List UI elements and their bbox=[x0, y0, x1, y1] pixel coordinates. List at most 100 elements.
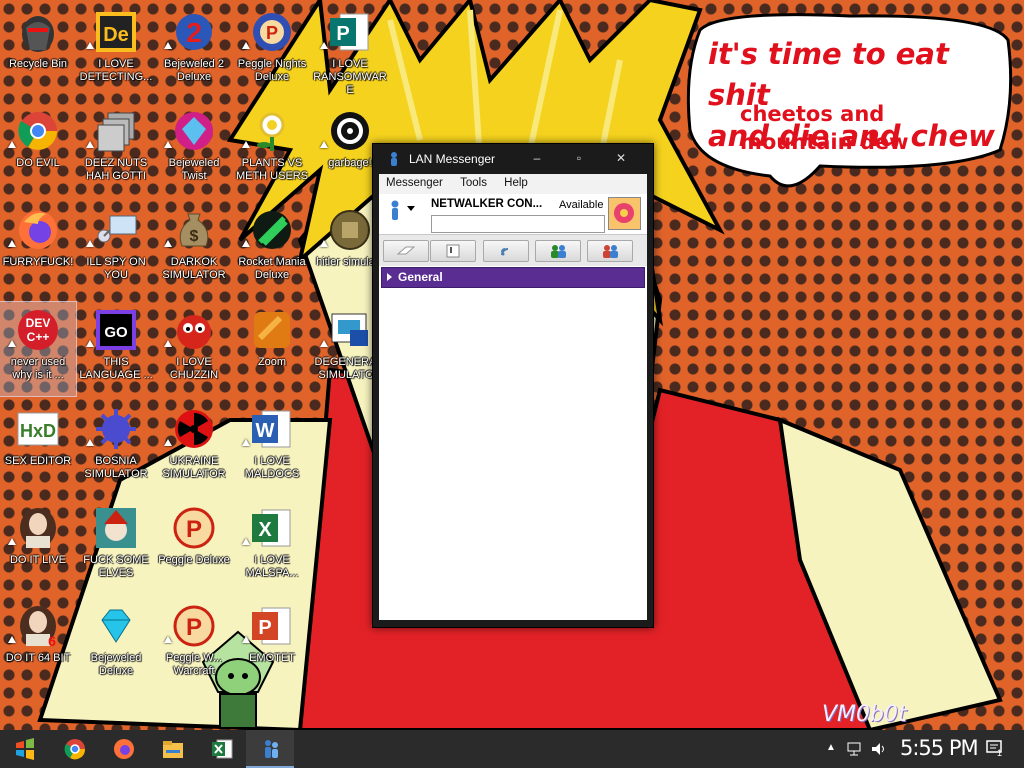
lan-messenger-icon bbox=[265, 740, 278, 758]
desktop-icon-i-love-malspam[interactable]: X I LOVE MALSPA... bbox=[234, 500, 310, 594]
desktop-icon-zoom[interactable]: Zoom bbox=[234, 302, 310, 396]
bejeweled2-glyph: 2 bbox=[186, 17, 202, 48]
icon-label: PLANTS VS METH USERS bbox=[235, 157, 309, 182]
status-dropdown-icon[interactable] bbox=[407, 206, 415, 212]
window-titlebar[interactable]: LAN Messenger – ▫ ✕ bbox=[373, 144, 653, 174]
volume-icon[interactable] bbox=[870, 741, 888, 779]
network-icon[interactable] bbox=[846, 741, 864, 779]
show-hidden-icons-button[interactable]: ▲ bbox=[826, 742, 836, 780]
desktop-icon-sex-editor[interactable]: HxD SEX EDITOR bbox=[0, 401, 76, 495]
icon-label: Rocket Mania Deluxe bbox=[238, 256, 306, 281]
money-bag-icon: $ bbox=[172, 208, 216, 252]
personal-note-input[interactable] bbox=[431, 215, 605, 233]
desktop-icon-plants-vs-meth-users[interactable]: PLANTS VS METH USERS bbox=[234, 103, 310, 197]
desktop-icon-i-love-ransomware[interactable]: P I LOVE RANSOMWARE bbox=[312, 4, 388, 98]
desktop-icon-do-it-64-bit[interactable]: 6 DO IT 64 BIT bbox=[0, 598, 76, 692]
icon-label: SEX EDITOR bbox=[4, 455, 72, 467]
taskbar-firefox[interactable] bbox=[99, 730, 147, 768]
chuzzle-icon bbox=[172, 308, 216, 352]
menu-help[interactable]: Help bbox=[497, 174, 535, 189]
desktop-icon-bejeweled-twist[interactable]: Bejeweled Twist bbox=[156, 103, 232, 197]
shortcut-arrow-icon bbox=[8, 141, 16, 148]
desktop-icon-dev-cpp[interactable]: DEV C++ never used why is it ... bbox=[0, 301, 77, 397]
close-button[interactable]: ✕ bbox=[605, 149, 637, 169]
money-bag-glyph: $ bbox=[190, 228, 199, 245]
lan-messenger-window[interactable]: LAN Messenger – ▫ ✕ Messenger Tools Help… bbox=[372, 143, 654, 628]
icon-label: Bejeweled Deluxe bbox=[90, 652, 142, 677]
desktop-icon-rocket-mania[interactable]: Rocket Mania Deluxe bbox=[234, 202, 310, 296]
rocket-icon bbox=[250, 208, 294, 252]
taskbar-file-explorer[interactable] bbox=[148, 730, 196, 768]
system-clock[interactable]: 5:55 PM bbox=[900, 736, 979, 760]
chrome-icon bbox=[16, 109, 60, 153]
shortcut-arrow-icon bbox=[86, 340, 94, 347]
goland-glyph: GO bbox=[104, 324, 128, 341]
add-contact-button[interactable] bbox=[535, 240, 581, 262]
status-person-icon[interactable] bbox=[389, 200, 401, 220]
icon-label: DEEZ NUTS HAH GOTTI bbox=[84, 157, 148, 182]
desktop-icon-recycle-bin[interactable]: Recycle Bin bbox=[0, 4, 76, 98]
hxd-icon: HxD bbox=[16, 407, 60, 451]
desktop-icon-peggle-nights[interactable]: P Peggle Nights Deluxe bbox=[234, 4, 310, 98]
svg-text:P: P bbox=[336, 23, 349, 45]
window-title: LAN Messenger bbox=[409, 152, 496, 166]
shortcut-arrow-icon bbox=[320, 141, 328, 148]
desktop-icon-deez-nuts[interactable]: DEEZ NUTS HAH GOTTI bbox=[78, 103, 154, 197]
group-chat-button[interactable] bbox=[587, 240, 633, 262]
portrait-icon bbox=[16, 506, 60, 550]
action-center-button[interactable]: 1 bbox=[982, 730, 1014, 768]
shortcut-arrow-icon bbox=[242, 636, 250, 643]
rss-button[interactable] bbox=[483, 240, 529, 262]
taskbar-excel[interactable] bbox=[197, 730, 245, 768]
desktop-icon-bejeweled-2[interactable]: 2 Bejeweled 2 Deluxe bbox=[156, 4, 232, 98]
icon-label: Bejeweled Twist bbox=[168, 157, 220, 182]
maximize-button[interactable]: ▫ bbox=[563, 149, 595, 169]
goland-icon: GO bbox=[94, 308, 138, 352]
desktop-icon-bejeweled-deluxe[interactable]: Bejeweled Deluxe bbox=[78, 598, 154, 692]
desktop-icon-i-love-maldocs[interactable]: W I LOVE MALDOCS bbox=[234, 401, 310, 495]
icon-label: Peggle Deluxe bbox=[158, 554, 230, 566]
desktop-icon-emotet[interactable]: P EMOTET bbox=[234, 598, 310, 692]
folder-icon bbox=[163, 741, 183, 758]
desktop-icon-ukraine-simulator[interactable]: UKRAINE SIMULATOR bbox=[156, 401, 232, 495]
desktop-icon-ill-spy-on-you[interactable]: ILL SPY ON YOU bbox=[78, 202, 154, 296]
desktop-icon-this-language[interactable]: GO THIS LANGUAGE ... bbox=[78, 302, 154, 396]
icon-label: I LOVE DETECTING... bbox=[79, 58, 153, 83]
desktop-icon-peggle-deluxe[interactable]: P Peggle Deluxe bbox=[156, 500, 232, 594]
minimize-button[interactable]: – bbox=[521, 149, 553, 169]
icon-label: BOSNIA SIMULATOR bbox=[84, 455, 148, 480]
contact-group-general[interactable]: General bbox=[381, 267, 645, 288]
speech-bubble-text-sub: cheetos and mountain dew bbox=[740, 100, 940, 156]
desktop-icon-bosnia-simulator[interactable]: BOSNIA SIMULATOR bbox=[78, 401, 154, 495]
desktop-icon-peggle-warcraft[interactable]: P Peggle W... Warcraft bbox=[156, 598, 232, 692]
icon-label: I LOVE RANSOMWARE bbox=[313, 58, 387, 96]
desktop-icon-do-it-live[interactable]: DO IT LIVE bbox=[0, 500, 76, 594]
desktop-icon-fuck-some-elves[interactable]: FUCK SOME ELVES bbox=[78, 500, 154, 594]
desktop-icon-i-love-detecting[interactable]: De I LOVE DETECTING... bbox=[78, 4, 154, 98]
bejeweled2-icon: 2 bbox=[172, 10, 216, 54]
broadcast-message-button[interactable] bbox=[383, 240, 429, 262]
contact-list[interactable] bbox=[379, 266, 647, 620]
taskbar-chrome[interactable] bbox=[50, 730, 98, 768]
icon-label: ILL SPY ON YOU bbox=[86, 256, 146, 281]
menu-messenger[interactable]: Messenger bbox=[379, 174, 450, 189]
send-file-button[interactable] bbox=[430, 240, 476, 262]
icon-label: DO IT 64 BIT bbox=[5, 652, 71, 664]
icon-label: never used why is it ... bbox=[10, 356, 66, 381]
diamond-icon bbox=[94, 604, 138, 648]
svg-text:6: 6 bbox=[48, 633, 56, 648]
icon-label: Zoom bbox=[257, 356, 287, 368]
start-button[interactable] bbox=[0, 730, 48, 768]
taskbar-lan-messenger[interactable] bbox=[246, 730, 294, 768]
zoom-icon bbox=[250, 308, 294, 352]
user-avatar[interactable] bbox=[608, 197, 641, 230]
desktop-icon-do-evil[interactable]: DO EVIL bbox=[0, 103, 76, 197]
desktop-icon-furryfuck[interactable]: FURRYFUCK! bbox=[0, 202, 76, 296]
menu-tools[interactable]: Tools bbox=[453, 174, 494, 189]
desktop-icon-darkok-simulator[interactable]: $ DARKOK SIMULATOR bbox=[156, 202, 232, 296]
user-status[interactable]: Available bbox=[559, 199, 603, 211]
icon-label: I LOVE CHUZZIN bbox=[169, 356, 219, 381]
de-icon: De bbox=[94, 10, 138, 54]
shortcut-arrow-icon bbox=[8, 240, 16, 247]
desktop-icon-i-love-chuzzin[interactable]: I LOVE CHUZZIN bbox=[156, 302, 232, 396]
